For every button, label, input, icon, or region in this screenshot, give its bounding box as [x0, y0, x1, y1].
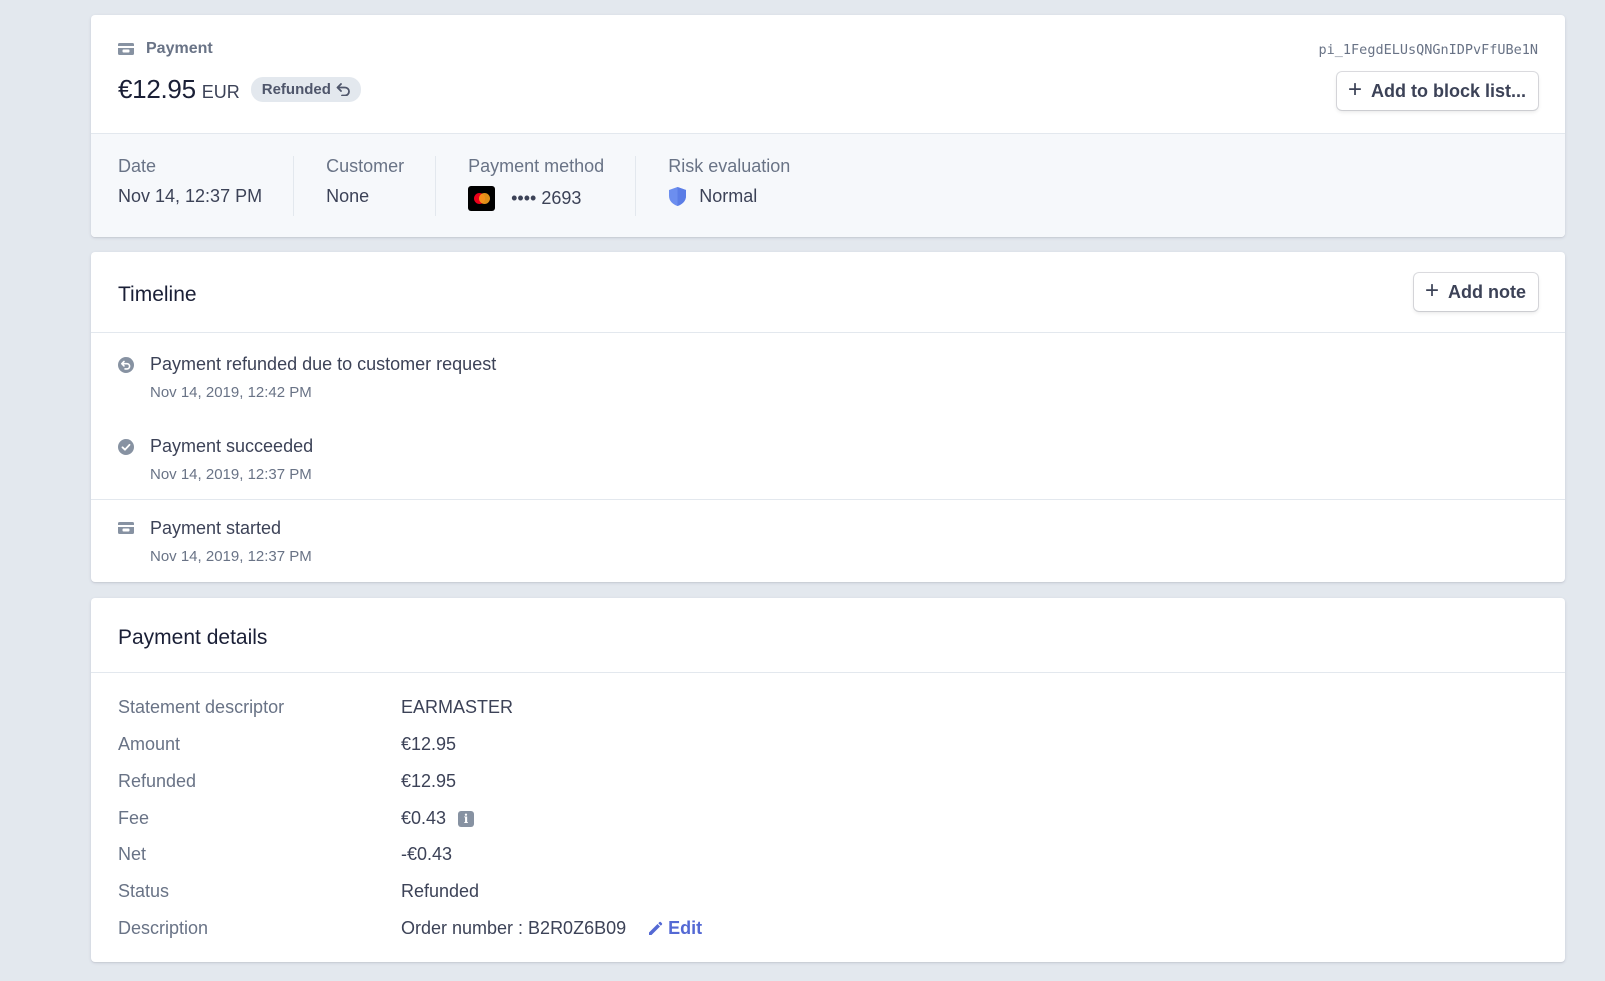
details-row-value: -€0.43: [401, 844, 453, 864]
add-to-block-list-button[interactable]: + Add to block list...: [1336, 72, 1538, 110]
status-badge: Refunded: [250, 77, 361, 102]
payment-id[interactable]: pi_1FegdELUsQNGnIDPvFfUBe1N: [1319, 42, 1538, 58]
meta-risk: Risk evaluation Normal: [668, 156, 821, 216]
shield-icon: [669, 187, 687, 206]
meta-risk-value-row[interactable]: Normal: [668, 186, 790, 207]
wallet-icon: [118, 42, 134, 56]
edit-label: Edit: [668, 918, 703, 938]
refund-arrow-icon: [336, 83, 350, 96]
details-row: Amount €12.95: [118, 734, 456, 755]
meta-risk-value: Normal: [699, 186, 758, 206]
details-row-value: €0.43: [401, 808, 447, 828]
meta-date-label: Date: [118, 156, 157, 176]
details-row-label: Refunded: [118, 771, 197, 791]
details-row: Description Order number : B2R0Z6B09 Edi…: [118, 918, 702, 939]
meta-payment-method: Payment method •••• 2693: [468, 156, 637, 216]
add-note-button[interactable]: + Add note: [1413, 273, 1538, 311]
timeline-divider: [91, 332, 1565, 333]
edit-description-link[interactable]: Edit: [647, 918, 702, 939]
timeline-event: Payment refunded due to customer request…: [118, 354, 496, 401]
details-row-label: Fee: [118, 808, 150, 828]
timeline-event-time: Nov 14, 2019, 12:37 PM: [150, 466, 312, 483]
timeline-event-title: Payment started: [150, 518, 282, 538]
payment-label: Payment: [146, 40, 213, 57]
plus-icon: +: [1424, 277, 1439, 304]
details-row-value: Refunded: [401, 881, 480, 901]
meta-method-value: •••• 2693: [511, 188, 582, 208]
refund-icon: [118, 357, 134, 373]
timeline-event-title: Payment succeeded: [150, 436, 314, 456]
details-row-label: Status: [118, 881, 170, 901]
timeline-event-time: Nov 14, 2019, 12:37 PM: [150, 548, 312, 565]
add-note-label: Add note: [1448, 281, 1526, 302]
details-row-label: Description: [118, 918, 209, 938]
wallet-icon: [118, 521, 134, 537]
details-row: Refunded €12.95: [118, 771, 456, 792]
info-icon[interactable]: i: [458, 810, 475, 827]
timeline-event: Payment started Nov 14, 2019, 12:37 PM: [118, 518, 312, 565]
meta-customer: Customer None: [326, 156, 437, 216]
add-to-block-list-label: Add to block list...: [1370, 80, 1526, 101]
pencil-icon: [649, 921, 663, 935]
status-badge-label: Refunded: [261, 81, 331, 98]
meta-risk-label: Risk evaluation: [668, 156, 791, 176]
mastercard-icon: [468, 186, 496, 211]
timeline-divider: [91, 499, 1565, 500]
payment-currency: EUR: [201, 82, 240, 102]
details-row: Statement descriptor EARMASTER: [118, 697, 513, 718]
details-row-value-group: €0.43 i: [401, 808, 475, 829]
details-row-value: Order number : B2R0Z6B09: [401, 918, 627, 938]
timeline-card: Timeline + Add note Payment refunded due…: [91, 252, 1565, 582]
meta-customer-value: None: [326, 186, 370, 206]
payment-amount: €12.95: [118, 74, 196, 104]
timeline-event-title: Payment refunded due to customer request: [150, 354, 497, 374]
details-row: Fee €0.43 i: [118, 808, 475, 829]
payment-summary-card: Payment €12.95 EUR Refunded pi_1FegdELUs…: [91, 15, 1565, 237]
timeline-title: Timeline: [118, 283, 197, 306]
details-row: Status Refunded: [118, 881, 479, 902]
details-row: Net -€0.43: [118, 844, 452, 865]
details-row-value: EARMASTER: [401, 697, 514, 717]
check-circle-icon: [118, 439, 134, 455]
meta-customer-label: Customer: [326, 156, 405, 176]
amount-row: €12.95 EUR Refunded: [118, 74, 361, 106]
details-row-label: Statement descriptor: [118, 697, 285, 717]
payment-label-row: Payment: [118, 40, 213, 58]
timeline-event: Payment succeeded Nov 14, 2019, 12:37 PM: [118, 436, 313, 483]
meta-date: Date Nov 14, 12:37 PM: [118, 156, 295, 216]
meta-date-value: Nov 14, 12:37 PM: [118, 186, 263, 206]
details-row-label: Amount: [118, 734, 181, 754]
details-divider: [91, 672, 1565, 673]
plus-icon: +: [1347, 76, 1362, 103]
details-row-label: Net: [118, 844, 147, 864]
details-row-value-group: Order number : B2R0Z6B09 Edit: [401, 918, 702, 939]
payment-details-card: Payment details Statement descriptor EAR…: [91, 598, 1565, 962]
meta-method-label: Payment method: [468, 156, 605, 176]
details-row-value: €12.95: [401, 771, 457, 791]
meta-method-value-row[interactable]: •••• 2693: [468, 186, 604, 211]
payment-header: Payment €12.95 EUR Refunded pi_1FegdELUs…: [91, 15, 1565, 133]
details-row-value: €12.95: [401, 734, 457, 754]
payment-meta: Date Nov 14, 12:37 PM Customer None Paym…: [91, 133, 1565, 237]
timeline-event-time: Nov 14, 2019, 12:42 PM: [150, 384, 312, 401]
payment-details-title: Payment details: [118, 626, 268, 649]
